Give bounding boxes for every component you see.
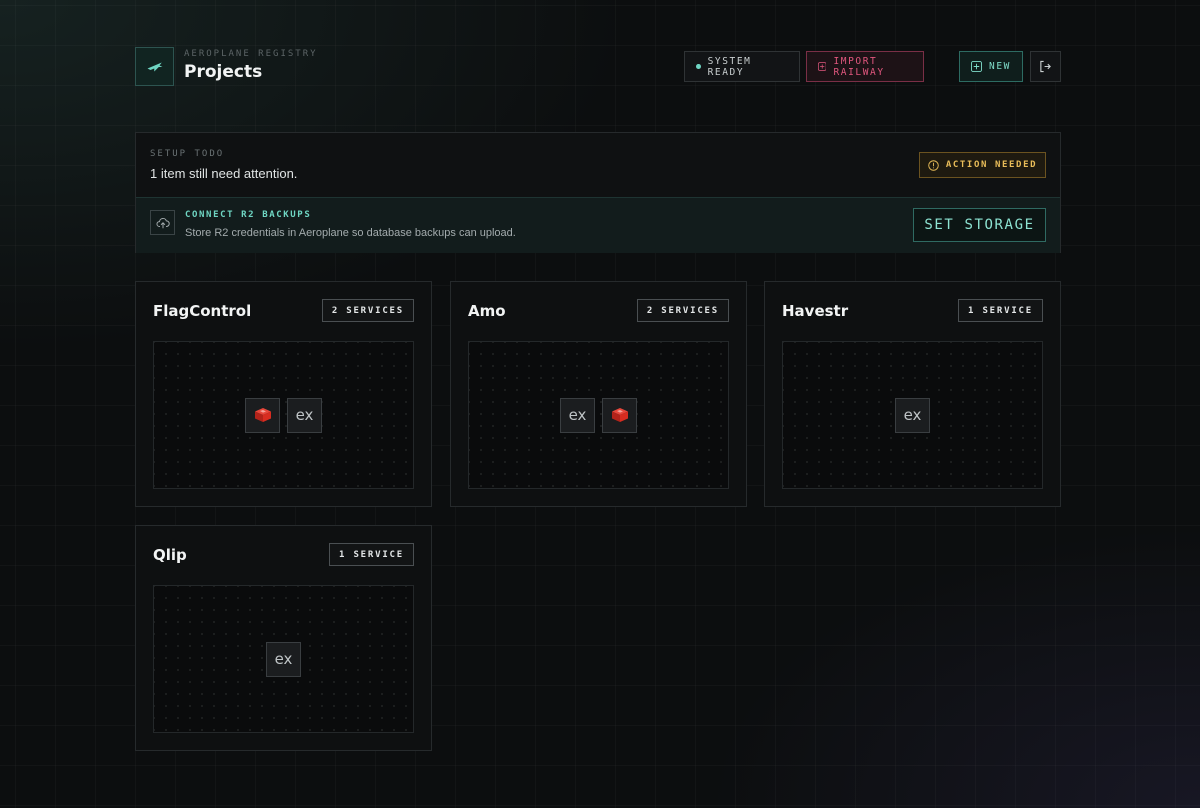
set-storage-button[interactable]: SET STORAGE	[913, 208, 1046, 242]
services-canvas: ex	[153, 585, 414, 733]
express-service-node[interactable]: ex	[560, 397, 595, 433]
services-count-badge: 1 SERVICE	[958, 299, 1043, 322]
new-project-label: NEW	[989, 61, 1011, 72]
logout-button[interactable]	[1030, 51, 1061, 82]
setup-item-r2-backups: CONNECT R2 BACKUPS Store R2 credentials …	[136, 197, 1060, 253]
express-icon: ex	[568, 406, 587, 424]
setup-item-title: CONNECT R2 BACKUPS	[185, 210, 312, 220]
services-canvas: ex	[468, 341, 729, 489]
import-railway-button[interactable]: IMPORT RAILWAY	[806, 51, 924, 82]
project-name: Havestr	[782, 302, 849, 320]
status-dot-icon	[696, 64, 701, 69]
logout-icon	[1040, 60, 1051, 73]
services-count-badge: 2 SERVICES	[321, 299, 414, 322]
express-service-node[interactable]: ex	[895, 397, 930, 433]
project-name: Qlip	[153, 546, 187, 564]
services-canvas: ex	[153, 341, 414, 489]
aeroplane-logo	[135, 47, 174, 86]
express-service-node[interactable]: ex	[287, 397, 322, 433]
express-service-node[interactable]: ex	[266, 641, 301, 677]
redis-icon	[611, 408, 628, 422]
system-status-indicator: SYSTEM READY	[684, 51, 800, 82]
setup-todo-panel: SETUP TODO 1 item still need attention. …	[135, 132, 1061, 253]
express-icon: ex	[903, 406, 922, 424]
registry-subtitle: AEROPLANE REGISTRY	[184, 49, 318, 59]
system-status-label: SYSTEM READY	[707, 55, 752, 78]
import-railway-label: IMPORT RAILWAY	[833, 55, 885, 78]
plus-square-icon	[818, 62, 827, 71]
plus-square-icon	[971, 61, 982, 72]
project-card-flagcontrol[interactable]: FlagControl 2 SERVICES ex	[135, 281, 432, 507]
services-count-badge: 2 SERVICES	[636, 299, 729, 322]
project-name: Amo	[468, 302, 506, 320]
redis-icon	[254, 408, 271, 422]
project-card-amo[interactable]: Amo 2 SERVICES ex	[450, 281, 747, 507]
page-header: AEROPLANE REGISTRY Projects SYSTEM READY…	[135, 47, 1061, 86]
cloud-upload-icon	[155, 217, 170, 228]
express-icon: ex	[274, 650, 293, 668]
express-icon: ex	[295, 406, 314, 424]
setup-todo-summary: 1 item still need attention.	[150, 166, 298, 181]
action-needed-badge: ACTION NEEDED	[919, 152, 1046, 178]
setup-todo-label: SETUP TODO	[150, 149, 225, 159]
services-canvas: ex	[782, 341, 1043, 489]
redis-service-node[interactable]	[602, 397, 637, 433]
redis-service-node[interactable]	[245, 397, 280, 433]
cloud-upload-icon-box	[150, 210, 175, 235]
action-needed-label: ACTION NEEDED	[945, 160, 1038, 170]
project-card-havestr[interactable]: Havestr 1 SERVICE ex	[764, 281, 1061, 507]
new-project-button[interactable]: NEW	[959, 51, 1023, 82]
project-name: FlagControl	[153, 302, 252, 320]
services-count-badge: 1 SERVICE	[329, 543, 414, 566]
project-card-qlip[interactable]: Qlip 1 SERVICE ex	[135, 525, 432, 751]
setup-todo-header: SETUP TODO 1 item still need attention. …	[136, 133, 1060, 197]
page-title: Projects	[184, 62, 263, 82]
plane-icon	[147, 62, 162, 71]
setup-item-description: Store R2 credentials in Aeroplane so dat…	[185, 227, 516, 239]
alert-circle-icon	[928, 159, 939, 171]
